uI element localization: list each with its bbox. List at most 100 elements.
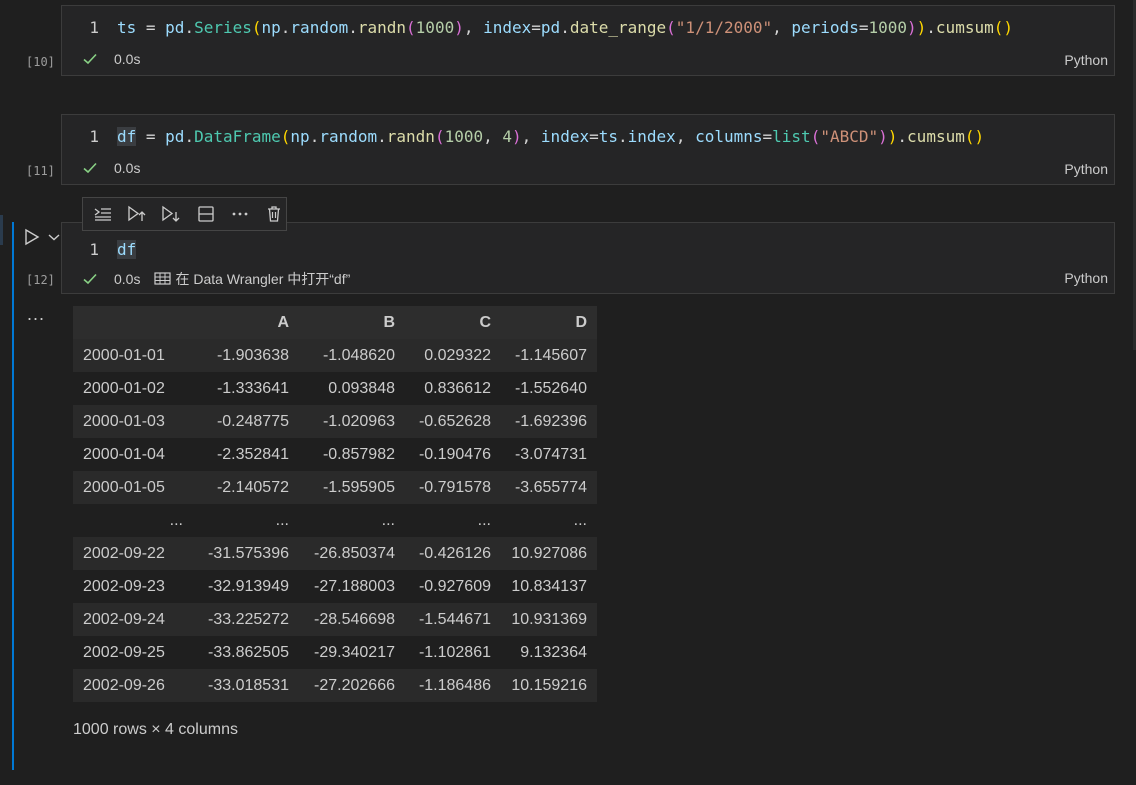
code-token: (): [964, 126, 985, 146]
code-token: ): [512, 126, 522, 146]
table-cell: -1.544671: [418, 610, 491, 628]
table-cell: -27.202666: [314, 676, 395, 694]
table-cell: ...: [381, 511, 395, 529]
code-token: ): [887, 126, 898, 146]
table-cell: 9.132364: [520, 643, 587, 661]
code-token: 4: [502, 126, 513, 146]
dataframe-table: A B C D 2000-01-01 -1.903638 -1.048620 0.02932…: [73, 306, 597, 702]
line-number: 1: [89, 17, 99, 37]
check-icon: [82, 271, 100, 287]
table-cell: -28.546698: [314, 610, 395, 628]
code-token: .: [560, 17, 570, 37]
code-token: DataFrame: [194, 126, 281, 146]
table-cell: ...: [477, 511, 491, 529]
table-header-row: A B C D: [73, 306, 597, 339]
table-cell: -0.791578: [418, 478, 491, 496]
execution-count: [10]: [26, 55, 55, 69]
code-token: index: [540, 126, 590, 146]
code-text[interactable]: ts = pd.Series(np.random.randn(1000), in…: [117, 18, 1013, 37]
table-cell: -33.862505: [208, 643, 289, 661]
code-token: pd: [165, 17, 185, 37]
execute-above-icon[interactable]: [91, 201, 115, 227]
code-token: ): [907, 17, 917, 37]
table-cell: -1.333641: [216, 379, 289, 397]
table-cell: -33.018531: [208, 676, 289, 694]
active-cell-indicator: [12, 222, 14, 770]
table-cell: 10.834137: [511, 577, 587, 595]
row-index: 2002-09-24: [83, 610, 165, 628]
code-text[interactable]: df: [117, 239, 137, 259]
column-header: A: [277, 313, 289, 331]
cell-language[interactable]: Python: [1064, 270, 1108, 286]
cell-language[interactable]: Python: [1064, 161, 1108, 177]
code-token: .: [377, 126, 387, 146]
code-line[interactable]: 1 df: [62, 238, 137, 260]
execution-status: 0.0s: [82, 51, 140, 67]
table-cell: -1.595905: [322, 478, 395, 496]
code-line[interactable]: 1 df = pd.DataFrame(np.random.randn(1000…: [62, 125, 984, 147]
output-menu-icon[interactable]: ...: [27, 304, 45, 325]
code-token: (: [434, 126, 445, 146]
code-token: ts: [117, 17, 137, 37]
table-cell: -0.248775: [216, 412, 289, 430]
row-index: 2000-01-02: [83, 379, 165, 397]
table-cell: -29.340217: [314, 643, 395, 661]
table-cell: -1.186486: [418, 676, 491, 694]
code-token: ,: [483, 126, 503, 146]
column-header: B: [383, 313, 395, 331]
code-token: pd: [540, 17, 561, 37]
code-token: df: [117, 126, 137, 146]
table-row: 2002-09-23 -32.913949 -27.188003 -0.927609 1…: [73, 570, 597, 603]
row-index: 2000-01-03: [83, 412, 165, 430]
table-cell: -1.903638: [216, 346, 289, 364]
data-wrangler-link[interactable]: 在 Data Wrangler 中打开“df”: [154, 269, 350, 289]
code-token: .: [348, 17, 358, 37]
column-header: D: [575, 313, 587, 331]
table-cell: -1.692396: [514, 412, 587, 430]
more-actions-icon[interactable]: [228, 201, 252, 227]
run-above-icon[interactable]: [125, 201, 149, 227]
code-line[interactable]: 1 ts = pd.Series(np.random.randn(1000), …: [62, 16, 1013, 38]
table-cell: ...: [573, 511, 587, 529]
chevron-down-icon[interactable]: [48, 232, 60, 242]
code-token: =: [589, 126, 599, 146]
line-number: 1: [89, 239, 99, 259]
table-row: 2002-09-24 -33.225272 -28.546698 -1.544671 1…: [73, 603, 597, 636]
code-token: .: [897, 126, 908, 146]
code-token: "1/1/2000": [675, 17, 773, 37]
code-token: =: [531, 17, 541, 37]
row-index: 2000-01-05: [83, 478, 165, 496]
execution-status: 0.0s 在 Data Wrangler 中打开“df”: [82, 269, 350, 289]
table-icon: [154, 271, 172, 287]
code-cell-active[interactable]: 1 df 0.0s 在 Data Wrangler 中打开“df” Python: [61, 222, 1115, 294]
line-number: 1: [89, 126, 99, 146]
run-below-icon[interactable]: [159, 201, 183, 227]
split-cell-icon[interactable]: [194, 201, 218, 227]
delete-cell-icon[interactable]: [262, 201, 286, 227]
gutter-edge: [0, 215, 3, 245]
code-token: index: [627, 126, 676, 146]
code-token: .: [926, 17, 936, 37]
code-token: random: [319, 126, 378, 146]
code-cell[interactable]: 1 ts = pd.Series(np.random.randn(1000), …: [61, 5, 1115, 76]
table-row: 2000-01-03 -0.248775 -1.020963 -0.652628 -1.…: [73, 405, 597, 438]
table-cell: -0.426126: [418, 544, 491, 562]
table-row: 2002-09-22 -31.575396 -26.850374 -0.426126 1…: [73, 537, 597, 570]
code-token: ): [454, 17, 464, 37]
dataframe-shape: 1000 rows × 4 columns: [73, 721, 238, 738]
table-cell: -1.020963: [322, 412, 395, 430]
code-token: 1000: [444, 126, 484, 146]
row-index: ...: [169, 511, 183, 529]
code-token: ): [878, 126, 888, 146]
table-cell: 0.093848: [328, 379, 395, 397]
table-cell: 10.927086: [511, 544, 587, 562]
cell-language[interactable]: Python: [1064, 52, 1108, 68]
code-token: (: [280, 126, 291, 146]
run-controls: [24, 228, 60, 246]
code-token: "ABCD": [820, 126, 879, 146]
execution-status: 0.0s: [82, 160, 140, 176]
code-text[interactable]: df = pd.DataFrame(np.random.randn(1000, …: [117, 126, 985, 146]
code-token: date_range: [569, 17, 667, 37]
code-cell[interactable]: 1 df = pd.DataFrame(np.random.randn(1000…: [61, 114, 1115, 185]
run-cell-icon[interactable]: [24, 228, 40, 246]
